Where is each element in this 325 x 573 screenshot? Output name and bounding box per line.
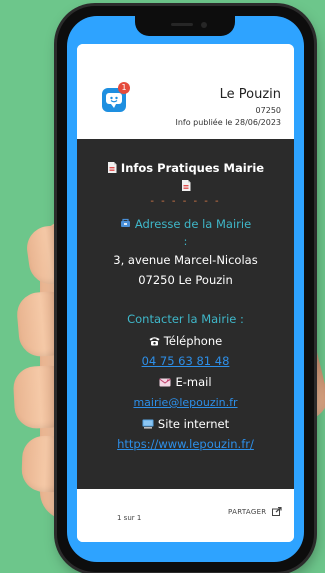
info-title: Infos Pratiques Mairie xyxy=(77,161,294,176)
share-icon xyxy=(272,506,282,516)
address-colon: : xyxy=(183,235,188,248)
phone-label: Téléphone xyxy=(77,334,294,349)
address-city: 07250 Le Pouzin xyxy=(138,273,233,287)
phone-number-row: 04 75 63 81 48 xyxy=(77,354,294,368)
speaker-grille xyxy=(171,23,193,26)
site-url-link[interactable]: https://www.lepouzin.fr/ xyxy=(117,437,254,451)
email-address-row: mairie@lepouzin.fr xyxy=(77,396,294,409)
computer-icon xyxy=(142,418,154,432)
telephone-icon xyxy=(149,335,160,349)
share-label: PARTAGER xyxy=(228,508,267,516)
card-footer: 1 sur 1 PARTAGER xyxy=(77,489,294,542)
contact-title: Contacter la Mairie : xyxy=(127,312,244,326)
scene: 1 Le Pouzin 07250 Info publiée le 28/06/… xyxy=(0,0,325,573)
info-content: Infos Pratiques Mairie - - - - - - - Adr… xyxy=(77,139,294,489)
address-street: 3, avenue Marcel-Nicolas xyxy=(113,253,258,267)
email-address-link[interactable]: mairie@lepouzin.fr xyxy=(133,396,237,409)
phone-number-link[interactable]: 04 75 63 81 48 xyxy=(142,354,230,368)
site-label-text: Site internet xyxy=(157,417,230,431)
commune-name: Le Pouzin xyxy=(219,87,281,102)
notification-badge: 1 xyxy=(118,82,130,94)
phone-frame: 1 Le Pouzin 07250 Info publiée le 28/06/… xyxy=(57,6,314,572)
phone-notch xyxy=(135,16,235,36)
envelope-icon xyxy=(159,376,172,390)
phone-label-text: Téléphone xyxy=(163,334,223,348)
page-indicator: 1 sur 1 xyxy=(117,514,142,522)
pushpin-icon xyxy=(120,218,131,232)
separator: - - - - - - - xyxy=(150,196,221,207)
camera-icon xyxy=(201,22,207,28)
phone-screen: 1 Le Pouzin 07250 Info publiée le 28/06/… xyxy=(67,16,304,562)
email-label: E-mail xyxy=(77,375,294,390)
info-title-text: Infos Pratiques Mairie xyxy=(120,161,265,175)
postcode: 07250 xyxy=(255,106,281,115)
publish-date: Info publiée le 28/06/2023 xyxy=(175,118,281,127)
share-button[interactable]: PARTAGER xyxy=(228,506,282,516)
card-header: 1 Le Pouzin 07250 Info publiée le 28/06/… xyxy=(77,44,294,139)
email-label-text: E-mail xyxy=(175,375,212,389)
site-label: Site internet xyxy=(77,417,294,432)
site-url-row: https://www.lepouzin.fr/ xyxy=(77,437,294,451)
document-icon xyxy=(107,162,117,176)
address-title: Adresse de la Mairie xyxy=(77,217,294,232)
address-title-text: Adresse de la Mairie xyxy=(134,217,252,231)
document-icon xyxy=(77,180,294,194)
notification-card: 1 Le Pouzin 07250 Info publiée le 28/06/… xyxy=(77,44,294,542)
